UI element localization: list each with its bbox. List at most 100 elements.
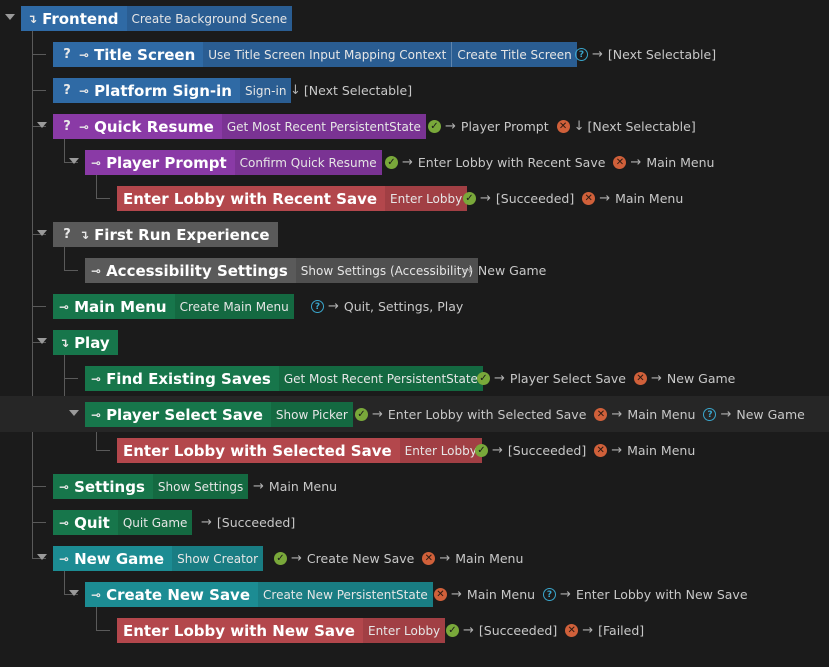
state-header[interactable]: ↴ Frontend (21, 6, 127, 31)
transition[interactable]: → [Succeeded] (201, 515, 295, 530)
state-header[interactable]: ? ↴ First Run Experience (53, 222, 278, 247)
state-action[interactable]: Use Title Screen Input Mapping Context (203, 42, 452, 67)
state-row-title-screen[interactable]: ? ⊸ Title Screen Use Title Screen Input Map… (0, 36, 829, 72)
state-node[interactable]: ? ⊸ Platform Sign-in Sign-in (53, 78, 292, 103)
state-header[interactable]: ? ⊸ Platform Sign-in (53, 78, 240, 103)
transition[interactable]: ? → [Next Selectable] (575, 47, 716, 62)
state-header[interactable]: ? ⊸ Title Screen (53, 42, 203, 67)
state-row-player-prompt[interactable]: ⊸ Player Prompt Confirm Quick Resume ✓ → Ente… (0, 144, 829, 180)
transition[interactable]: ✓ → Enter Lobby with Recent Save (385, 155, 605, 170)
state-action[interactable]: Enter Lobby (399, 438, 482, 463)
transition[interactable]: ✕ → Main Menu (434, 587, 535, 602)
state-header[interactable]: ⊸ Main Menu (53, 294, 175, 319)
transition[interactable]: ✕ → Main Menu (613, 155, 714, 170)
state-header[interactable]: Enter Lobby with Recent Save (117, 186, 385, 211)
state-node[interactable]: ⊸ Player Select Save Show Picker (85, 402, 353, 427)
state-node[interactable]: ↴ Play (53, 330, 118, 355)
state-header[interactable]: Enter Lobby with New Save (117, 618, 363, 643)
state-node[interactable]: ⊸ Create New Save Create New PersistentSta… (85, 582, 433, 607)
state-action[interactable]: Create Title Screen (451, 42, 577, 67)
state-node[interactable]: ⊸ Settings Show Settings (53, 474, 249, 499)
transition[interactable]: ✓ → Create New Save (274, 551, 414, 566)
transition[interactable]: ✓ → [Succeeded] (475, 443, 586, 458)
state-header[interactable]: ⊸ Create New Save (85, 582, 258, 607)
state-node[interactable]: ⊸ Quit Quit Game (53, 510, 193, 535)
state-row-quit[interactable]: ⊸ Quit Quit Game → [Succeeded] (0, 504, 829, 540)
transition[interactable]: ✓ → [Succeeded] (463, 191, 574, 206)
state-node[interactable]: ↴ Frontend Create Background Scene (21, 6, 293, 31)
state-row-find-existing-saves[interactable]: ⊸ Find Existing Saves Get Most Recent Pers… (0, 360, 829, 396)
state-node[interactable]: Enter Lobby with New Save Enter Lobby (117, 618, 446, 643)
state-row-main-menu[interactable]: ⊸ Main Menu Create Main Menu ? → Quit, Settin… (0, 288, 829, 324)
state-node[interactable]: Enter Lobby with Selected Save Enter Lobb… (117, 438, 482, 463)
state-action[interactable]: Enter Lobby (385, 186, 468, 211)
transition[interactable]: ✓ → Player Prompt (428, 119, 549, 134)
state-node[interactable]: ⊸ New Game Show Creator (53, 546, 264, 571)
state-header[interactable]: ⊸ New Game (53, 546, 172, 571)
state-header[interactable]: ⊸ Quit (53, 510, 118, 535)
transition[interactable]: ✕ → Main Menu (594, 443, 695, 458)
state-header[interactable]: ⊸ Player Select Save (85, 402, 271, 427)
transition[interactable]: ↓ [Next Selectable] (290, 83, 412, 98)
state-header[interactable]: ? ⊸ Quick Resume (53, 114, 222, 139)
state-node[interactable]: ⊸ Accessibility Settings Show Settings (Ac… (85, 258, 479, 283)
state-action[interactable]: Show Settings (Accessibility) (295, 258, 479, 283)
state-action[interactable]: Sign-in (239, 78, 292, 103)
state-row-quick-resume[interactable]: ? ⊸ Quick Resume Get Most Recent Persistent… (0, 108, 829, 144)
state-node[interactable]: ? ↴ First Run Experience (53, 222, 278, 247)
state-node[interactable]: ⊸ Main Menu Create Main Menu (53, 294, 294, 319)
state-action[interactable]: Quit Game (117, 510, 193, 535)
expand-arrow-icon[interactable] (5, 14, 15, 20)
state-header[interactable]: ⊸ Accessibility Settings (85, 258, 296, 283)
state-row-play[interactable]: ↴ Play (0, 324, 829, 360)
transition[interactable]: ✕ → Main Menu (422, 551, 523, 566)
expand-arrow-icon[interactable] (37, 338, 47, 344)
state-action[interactable]: Show Creator (172, 546, 264, 571)
transition[interactable]: ✓ → Player Select Save (477, 371, 626, 386)
transition[interactable]: ✕ → Main Menu (582, 191, 683, 206)
state-header[interactable]: ⊸ Settings (53, 474, 153, 499)
state-node[interactable]: ? ⊸ Title Screen Use Title Screen Input Map… (53, 42, 577, 67)
state-action[interactable]: Get Most Recent PersistentState (278, 366, 483, 391)
state-action[interactable]: Enter Lobby (362, 618, 446, 643)
state-action[interactable]: Get Most Recent PersistentState (221, 114, 426, 139)
state-row-first-run-experience[interactable]: ? ↴ First Run Experience (0, 216, 829, 252)
state-row-enter-lobby-with-selected-save[interactable]: Enter Lobby with Selected Save Enter Lobb… (0, 432, 829, 468)
transition[interactable]: → Main Menu (253, 479, 337, 494)
state-action[interactable]: Confirm Quick Resume (234, 150, 382, 175)
expand-arrow-icon[interactable] (69, 410, 79, 416)
state-node[interactable]: Enter Lobby with Recent Save Enter Lobby (117, 186, 468, 211)
transition[interactable]: ? → Enter Lobby with New Save (543, 587, 748, 602)
transition[interactable]: ✕ ↓ [Next Selectable] (556, 119, 696, 134)
state-action[interactable]: Show Settings (152, 474, 249, 499)
state-action[interactable]: Create New PersistentState (258, 582, 433, 607)
state-row-new-game[interactable]: ⊸ New Game Show Creator ✓ → Create New Save ✕ →… (0, 540, 829, 576)
transition[interactable]: ✓ → [Succeeded] (446, 623, 557, 638)
transition[interactable]: ? → Quit, Settings, Play (311, 299, 463, 314)
expand-arrow-icon[interactable] (69, 158, 79, 164)
state-row-enter-lobby-with-new-save[interactable]: Enter Lobby with New Save Enter Lobby ✓ → [S… (0, 612, 829, 648)
expand-arrow-icon[interactable] (37, 554, 47, 560)
state-row-settings[interactable]: ⊸ Settings Show Settings → Main Menu (0, 468, 829, 504)
transition[interactable]: ✕ → [Failed] (565, 623, 644, 638)
transition[interactable]: ✓ → Enter Lobby with Selected Save (355, 407, 586, 422)
state-header[interactable]: Enter Lobby with Selected Save (117, 438, 400, 463)
state-row-frontend[interactable]: ↴ Frontend Create Background Scene (0, 0, 829, 36)
state-node[interactable]: ? ⊸ Quick Resume Get Most Recent Persistent… (53, 114, 426, 139)
state-header[interactable]: ⊸ Find Existing Saves (85, 366, 279, 391)
state-action[interactable]: Create Main Menu (174, 294, 294, 319)
state-action[interactable]: Show Picker (270, 402, 353, 427)
state-row-create-new-save[interactable]: ⊸ Create New Save Create New PersistentSta… (0, 576, 829, 612)
expand-arrow-icon[interactable] (69, 590, 79, 596)
expand-arrow-icon[interactable] (37, 230, 47, 236)
transition[interactable]: ✕ → Main Menu (594, 407, 695, 422)
state-action[interactable]: Create Background Scene (126, 6, 293, 31)
state-header[interactable]: ↴ Play (53, 330, 118, 355)
transition[interactable]: → New Game (462, 263, 546, 278)
expand-arrow-icon[interactable] (37, 122, 47, 128)
state-row-platform-sign-in[interactable]: ? ⊸ Platform Sign-in Sign-in ↓ [Next Selectab… (0, 72, 829, 108)
state-row-enter-lobby-with-recent-save[interactable]: Enter Lobby with Recent Save Enter Lobby ✓… (0, 180, 829, 216)
transition[interactable]: ? → New Game (703, 407, 805, 422)
state-node[interactable]: ⊸ Find Existing Saves Get Most Recent Pers… (85, 366, 483, 391)
state-row-player-select-save[interactable]: ⊸ Player Select Save Show Picker ✓ → Enter Lo… (0, 396, 829, 432)
